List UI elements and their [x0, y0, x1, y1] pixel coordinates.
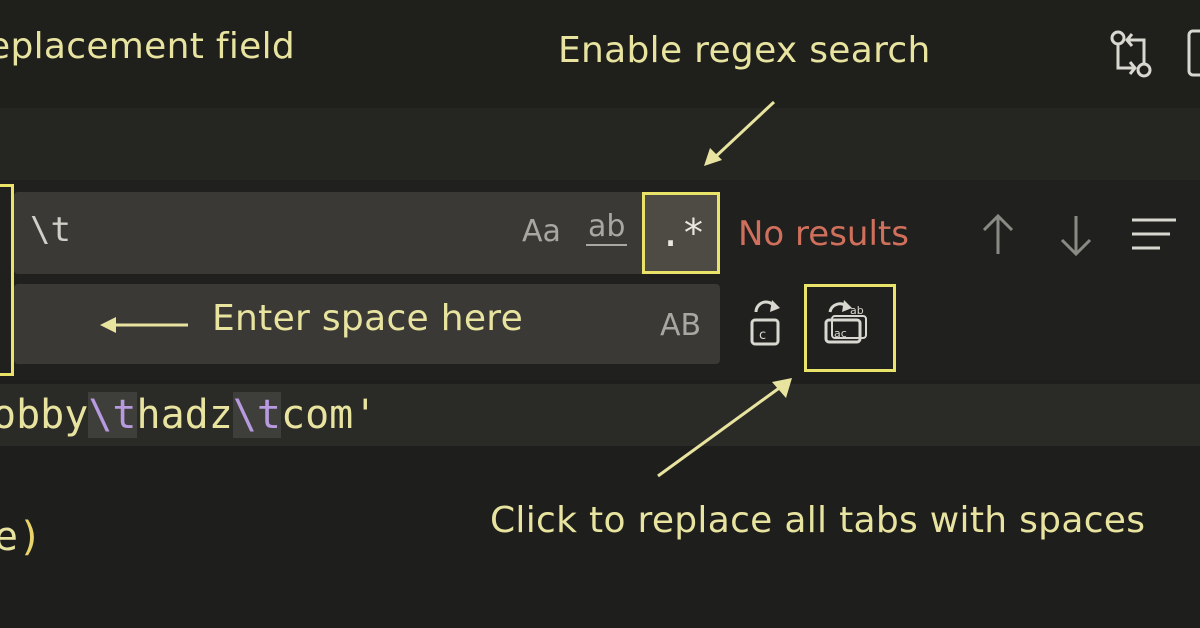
code-token: e	[0, 514, 19, 560]
find-input[interactable]: \t Aa ab	[14, 192, 718, 274]
arrow-down-icon[interactable]	[1056, 212, 1096, 258]
code-token: )	[18, 514, 43, 560]
code-token: obby	[0, 392, 89, 438]
annotation-replacement-field: eplacement field	[0, 26, 296, 67]
tabs-annotation-arrow	[657, 378, 792, 478]
replacement-field-highlight	[0, 184, 14, 376]
find-status: No results	[738, 214, 909, 254]
code-token-escape: \t	[88, 392, 137, 438]
annotation-replace-all-tabs: Click to replace all tabs with spaces	[490, 500, 1146, 541]
code-token: hadz	[136, 392, 233, 438]
find-input-value: \t	[30, 210, 71, 250]
code-token-escape: \t	[232, 392, 281, 438]
match-case-toggle[interactable]: Aa	[522, 214, 561, 249]
code-line: e)	[0, 514, 42, 560]
editor-tab-strip	[0, 108, 1200, 180]
code-line: obby\thadz\tcom'	[0, 392, 377, 438]
annotation-enter-space: Enter space here	[212, 298, 524, 339]
annotation-enable-regex: Enable regex search	[558, 30, 931, 71]
regex-annotation-arrow	[704, 100, 776, 166]
replace-icon[interactable]: c	[746, 298, 786, 348]
compare-changes-icon[interactable]	[1106, 28, 1156, 80]
space-annotation-arrow	[100, 317, 188, 333]
split-editor-icon[interactable]	[1186, 28, 1200, 80]
preserve-case-toggle[interactable]: AB	[660, 308, 701, 343]
find-in-selection-icon[interactable]	[1130, 214, 1180, 254]
svg-text:c: c	[759, 328, 766, 343]
arrow-up-icon[interactable]	[978, 212, 1018, 258]
replace-all-highlight	[804, 284, 896, 372]
whole-word-toggle[interactable]: ab	[586, 212, 628, 246]
code-token: com'	[281, 392, 378, 438]
regex-highlight	[642, 192, 720, 274]
